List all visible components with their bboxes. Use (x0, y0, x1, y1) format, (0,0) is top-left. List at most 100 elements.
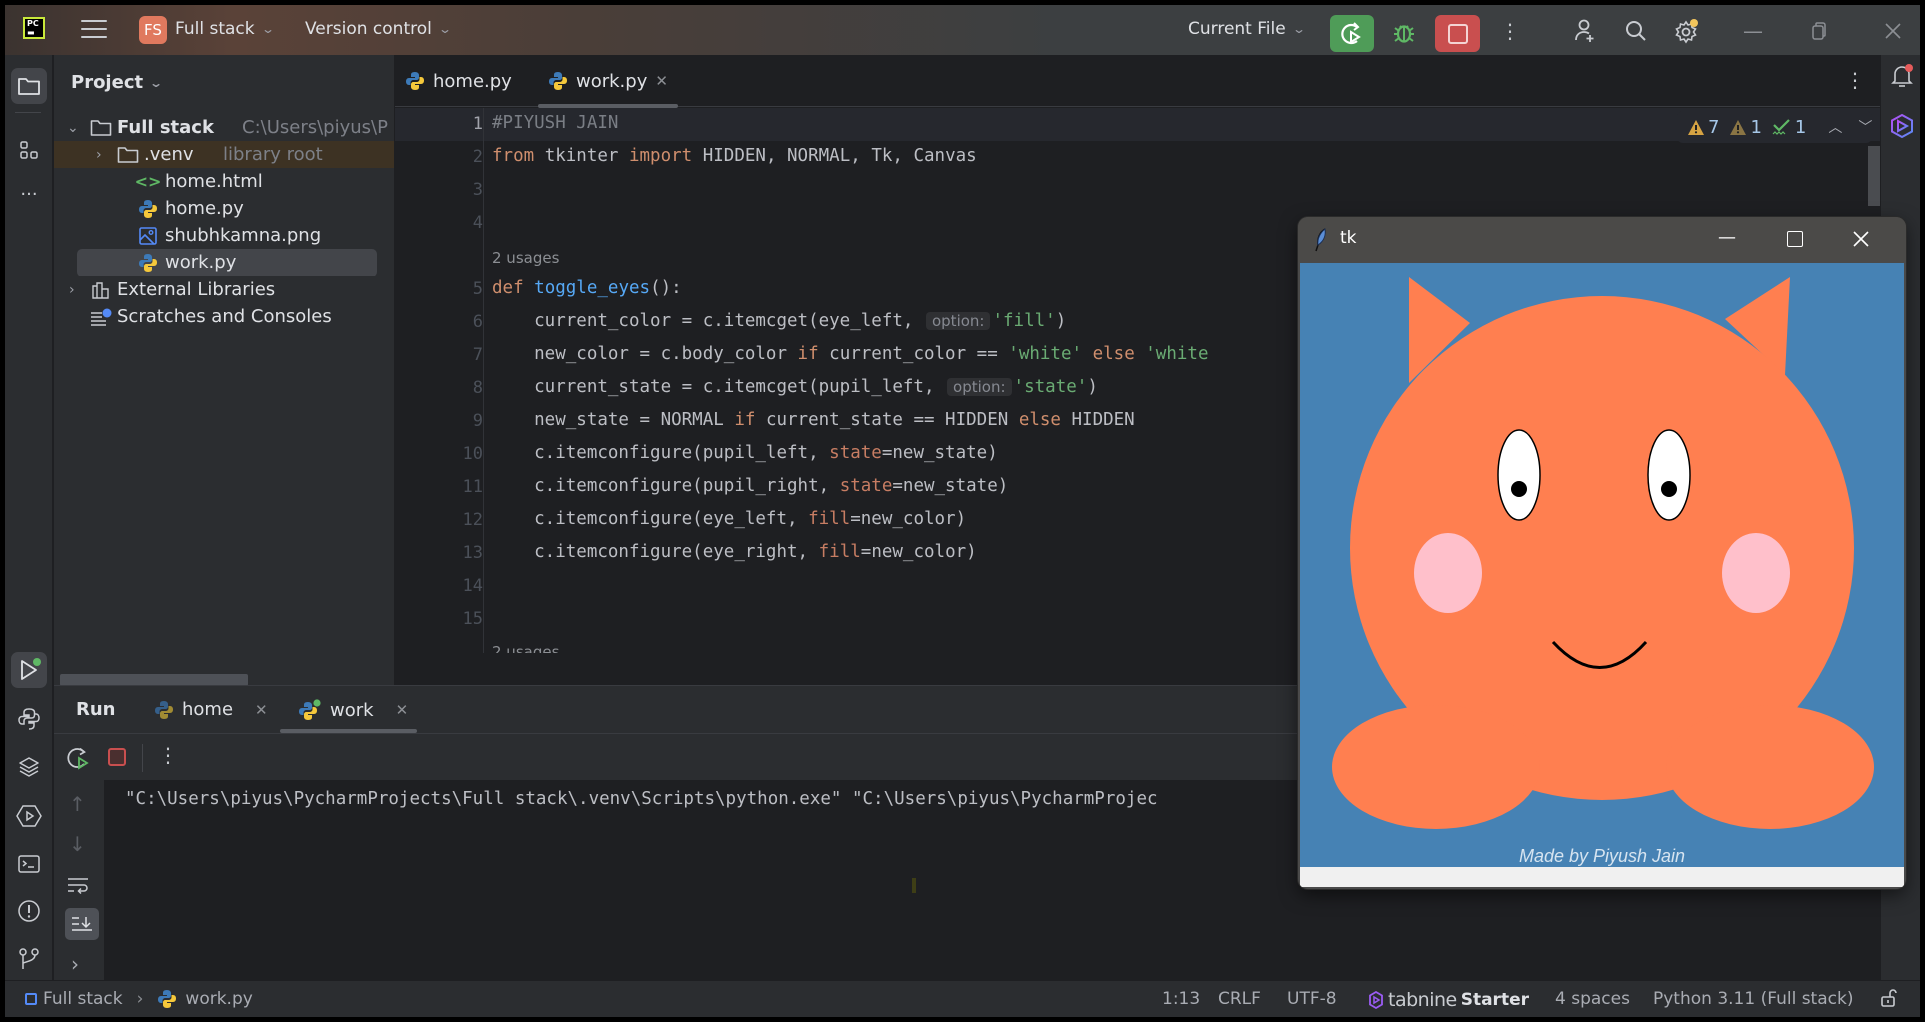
breadcrumb-file[interactable]: work.py (185, 989, 252, 1009)
problems-icon[interactable] (11, 893, 47, 929)
run-tab-home[interactable]: home ✕ (154, 699, 268, 720)
breadcrumb-project[interactable]: Full stack (43, 989, 123, 1009)
line-separator[interactable]: CRLF (1218, 989, 1261, 1009)
run-panel-title: Run (76, 699, 116, 720)
tree-item-work-py[interactable]: work.py (54, 249, 394, 276)
module-icon (25, 993, 37, 1005)
structure-icon[interactable] (11, 132, 47, 168)
layers-icon[interactable] (11, 749, 47, 785)
chevron-right-icon[interactable]: › (96, 147, 102, 163)
scroll-down-icon[interactable]: ↓ (69, 832, 86, 856)
code-with-me-icon[interactable] (1571, 17, 1599, 45)
tree-item-venv[interactable]: › .venv library root (54, 141, 394, 168)
divider (15, 112, 41, 113)
python-console-icon[interactable] (11, 701, 47, 737)
scroll-up-icon[interactable]: ↑ (69, 792, 86, 816)
tree-item-scratches[interactable]: Scratches and Consoles (54, 303, 394, 330)
hamburger-menu-icon[interactable] (81, 20, 107, 40)
close-tab-icon[interactable]: ✕ (255, 701, 268, 719)
chevron-right-icon[interactable]: › (69, 282, 75, 298)
version-control-menu[interactable]: Version control ⌄ (305, 19, 452, 39)
readonly-lock-icon[interactable] (1880, 988, 1898, 1008)
inspection-widget[interactable]: 7 1 1 ︿ ﹀ (1677, 111, 1872, 143)
tree-item-label: shubhkamna.png (165, 225, 322, 246)
search-icon[interactable] (1622, 17, 1650, 45)
code-line-5: def toggle_eyes(): (492, 278, 682, 298)
terminal-icon[interactable] (11, 846, 47, 882)
rerun-button[interactable] (1330, 15, 1374, 52)
notifications-icon[interactable] (1889, 63, 1915, 93)
project-switcher[interactable]: Full stack ⌄ (175, 19, 275, 39)
close-tab-icon[interactable]: ✕ (655, 72, 668, 90)
usages-hint[interactable]: 2 usages (492, 249, 559, 267)
left-foot (1332, 705, 1540, 829)
chevron-down-icon[interactable]: ⌄ (67, 120, 79, 136)
vcs-label: Version control (305, 19, 432, 39)
run-configuration-selector[interactable]: Current File ⌄ (1188, 19, 1306, 39)
tree-item-external-libraries[interactable]: › External Libraries (54, 276, 394, 303)
python-file-icon (154, 700, 174, 720)
more-horizontal-icon[interactable]: ··· (11, 176, 47, 212)
project-folder-icon[interactable] (11, 68, 47, 104)
file-encoding[interactable]: UTF-8 (1287, 989, 1337, 1009)
stop-icon[interactable] (108, 748, 126, 766)
code-line-7: new_color = c.body_color if current_colo… (492, 344, 1209, 364)
rerun-icon[interactable] (66, 746, 90, 774)
settings-icon[interactable] (1673, 17, 1701, 45)
tk-title-bar[interactable]: tk — (1298, 217, 1906, 262)
indent-setting[interactable]: 4 spaces (1555, 989, 1630, 1009)
soft-wrap-icon[interactable] (66, 876, 90, 900)
right-pupil (1661, 481, 1677, 497)
tree-item-shubhkamna-png[interactable]: shubhkamna.png (54, 222, 394, 249)
caret-position[interactable]: 1:13 (1162, 989, 1200, 1009)
debug-button[interactable] (1389, 17, 1419, 47)
next-highlight-icon[interactable]: ﹀ (1858, 117, 1872, 137)
run-config-label: Current File (1188, 19, 1286, 39)
close-tab-icon[interactable]: ✕ (396, 701, 409, 719)
close-icon[interactable] (1879, 17, 1907, 45)
more-vertical-icon[interactable]: ⋮ (158, 743, 178, 767)
scroll-to-end-icon[interactable] (65, 908, 99, 940)
more-vertical-icon[interactable]: ⋮ (1845, 68, 1865, 92)
previous-highlight-icon[interactable]: ︿ (1828, 117, 1842, 137)
line-number: 10 (462, 444, 483, 464)
expand-chevron-icon[interactable]: › (71, 952, 79, 976)
rerun-icon (1341, 21, 1361, 44)
minimize-icon[interactable]: — (1739, 17, 1767, 45)
weak-warnings-count: 1 (1750, 116, 1762, 138)
python-file-icon (405, 71, 425, 91)
line-number-gutter: 1 2 3 4 5 6 7 8 9 10 11 12 13 14 15 (395, 108, 483, 653)
tree-item-home-html[interactable]: <> home.html (54, 168, 394, 195)
run-tab-label: home (182, 699, 234, 720)
git-icon[interactable] (11, 941, 47, 977)
run-tool-icon[interactable] (11, 652, 47, 688)
tab-home-py[interactable]: home.py (405, 55, 512, 107)
python-interpreter[interactable]: Python 3.11 (Full stack) (1653, 989, 1853, 1009)
creature-drawing (1332, 277, 1874, 829)
console-output[interactable]: "C:\Users\piyus\PycharmProjects\Full sta… (125, 789, 1158, 809)
tab-work-py[interactable]: work.py ✕ (538, 55, 678, 108)
warnings-count: 7 (1708, 116, 1720, 138)
feather-icon (1314, 228, 1328, 256)
project-badge[interactable]: FS (139, 16, 167, 44)
tree-item-full-stack[interactable]: ⌄ Full stack C:\Users\piyus\P (54, 114, 394, 141)
restore-icon[interactable] (1805, 17, 1833, 45)
tk-canvas[interactable]: Made by Piyush Jain (1300, 263, 1904, 867)
tabnine-icon[interactable] (1889, 113, 1915, 143)
run-tab-work[interactable]: work ✕ (298, 699, 408, 721)
tk-maximize-icon[interactable] (1787, 231, 1803, 247)
services-icon[interactable] (11, 798, 47, 834)
tk-minimize-icon[interactable]: — (1718, 227, 1736, 248)
tabnine-status[interactable]: tabnine Starter (1368, 989, 1529, 1011)
project-panel-header[interactable]: Project ⌄ (71, 72, 163, 93)
editor-vertical-scrollbar[interactable] (1868, 146, 1880, 206)
tk-close-icon[interactable] (1852, 230, 1870, 252)
tree-item-path: C:\Users\piyus\P (242, 117, 388, 138)
tree-item-label: home.html (165, 171, 263, 192)
stop-button[interactable] (1435, 15, 1480, 52)
gutter-divider (483, 108, 484, 653)
more-vertical-icon[interactable]: ⋮ (1496, 17, 1524, 45)
editor-tab-bar: home.py work.py ✕ ⋮ (395, 55, 1880, 108)
usages-hint[interactable]: 2 usages (492, 643, 559, 653)
tree-item-home-py[interactable]: home.py (54, 195, 394, 222)
